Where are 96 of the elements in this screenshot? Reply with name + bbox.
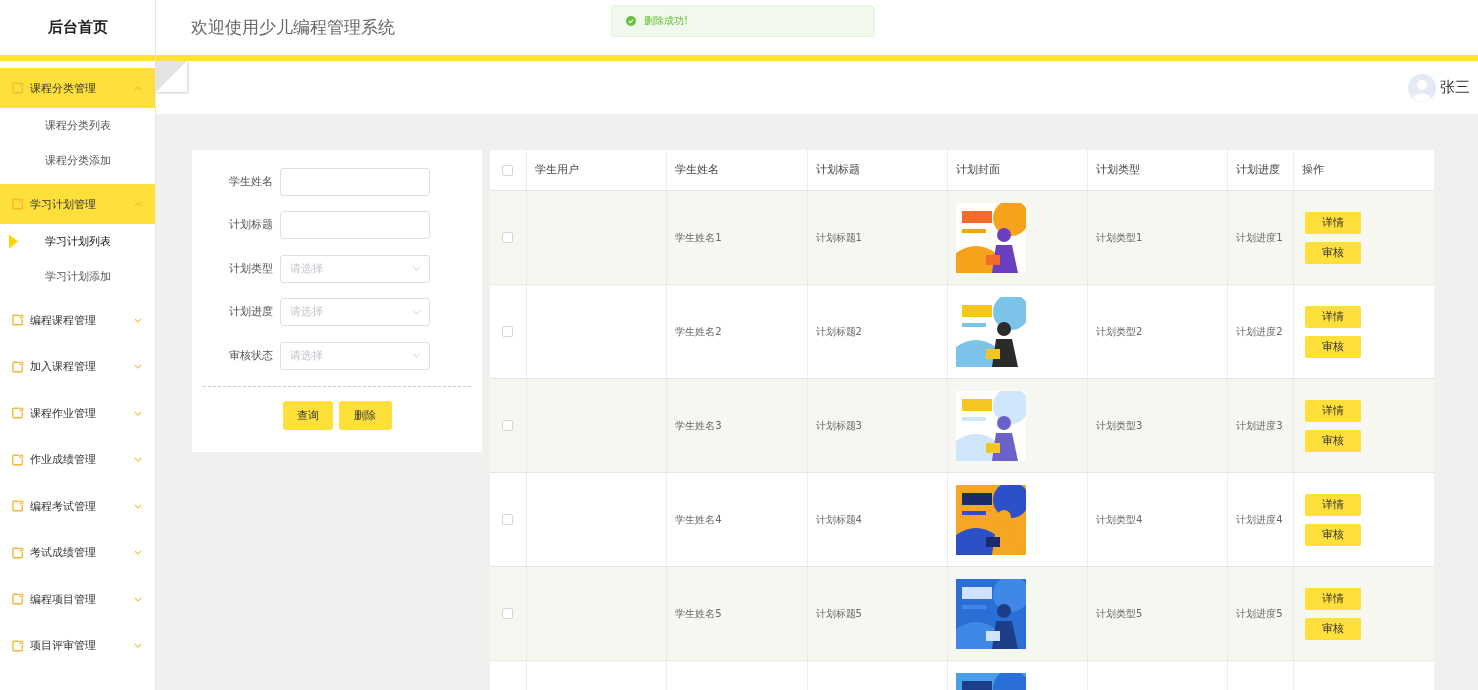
menu-group[interactable]: 考试成绩管理: [0, 532, 155, 573]
table-cell: 计划标题4: [815, 512, 862, 527]
table-cell: 计划进度5: [1236, 606, 1283, 621]
table-cell: 计划标题2: [815, 324, 862, 339]
note-icon: [12, 453, 24, 466]
checkbox[interactable]: [502, 232, 514, 243]
user-name: 张三: [1440, 78, 1470, 97]
menu-item[interactable]: 学习计划添加: [0, 259, 155, 294]
action-button[interactable]: 审核: [1305, 617, 1362, 640]
input-field[interactable]: [280, 211, 430, 240]
menu-group[interactable]: 课程作业管理: [0, 393, 155, 433]
menu-group[interactable]: 编程考试管理: [0, 486, 155, 526]
column-header: 学生用户: [534, 163, 579, 177]
chevron-icon: [134, 201, 142, 207]
note-icon: [12, 500, 24, 512]
menu-group[interactable]: 学习计划管理: [0, 184, 155, 224]
table-cell: 计划类型2: [1096, 324, 1143, 339]
field-label: 学生姓名: [229, 174, 274, 189]
field-label: 计划类型: [229, 261, 274, 276]
pointer-icon: [9, 234, 18, 249]
menu-item[interactable]: 学习计划列表: [0, 224, 155, 259]
note-icon: [12, 82, 24, 94]
success-icon: [626, 16, 636, 26]
table-cell: 计划类型3: [1096, 418, 1143, 433]
note-icon: [12, 360, 24, 373]
chevron-icon: [134, 317, 142, 323]
chevron-icon: [412, 266, 421, 272]
action-button[interactable]: 查询: [282, 400, 333, 430]
chevron-icon: [134, 643, 142, 648]
chevron-icon: [134, 85, 142, 91]
table-cell: 计划类型1: [1096, 230, 1143, 245]
column-header: 计划进度: [1236, 163, 1281, 177]
action-button[interactable]: 审核: [1305, 523, 1362, 546]
checkbox[interactable]: [502, 608, 514, 619]
table-cell: 计划标题1: [815, 230, 862, 245]
chevron-icon: [412, 353, 421, 359]
checkbox[interactable]: [502, 164, 514, 176]
table-cell: 学生姓名4: [675, 512, 722, 527]
avatar-icon: [1408, 73, 1436, 102]
action-button[interactable]: 详情: [1305, 211, 1362, 234]
action-button[interactable]: 删除: [338, 400, 392, 430]
menu-group[interactable]: 项目评审管理: [0, 625, 155, 666]
table-cell: 计划进度2: [1236, 324, 1283, 339]
note-icon: [12, 639, 24, 652]
note-icon: [12, 314, 24, 326]
note-icon: [12, 546, 24, 559]
column-header: 计划封面: [955, 163, 1000, 177]
action-button[interactable]: 审核: [1305, 241, 1362, 264]
table-cell: 计划进度3: [1236, 418, 1283, 433]
menu-group[interactable]: 课程分类管理: [0, 68, 155, 108]
header-title: 欢迎使用少儿编程管理系统: [191, 16, 395, 39]
checkbox[interactable]: [502, 514, 514, 525]
column-header: 计划标题: [815, 163, 860, 177]
action-button[interactable]: 详情: [1305, 305, 1362, 328]
brand-title: 后台首页: [46, 17, 109, 38]
menu-group[interactable]: 编程项目管理: [0, 579, 155, 619]
menu-item[interactable]: 课程分类添加: [0, 143, 155, 178]
table-cell: 计划进度4: [1236, 512, 1283, 527]
column-header: 计划类型: [1096, 163, 1141, 177]
action-button[interactable]: 详情: [1305, 493, 1362, 516]
field-label: 审核状态: [229, 348, 274, 363]
toast-message: 删除成功!: [644, 14, 688, 28]
checkbox[interactable]: [502, 326, 514, 337]
note-icon: [12, 407, 24, 419]
action-button[interactable]: 审核: [1305, 335, 1362, 358]
note-icon: [12, 593, 24, 605]
note-icon: [12, 198, 24, 210]
table-cell: 学生姓名5: [675, 606, 722, 621]
action-button[interactable]: 审核: [1305, 429, 1362, 452]
table-cell: 学生姓名3: [675, 418, 722, 433]
table-cell: 计划进度1: [1236, 230, 1283, 245]
chevron-icon: [134, 364, 142, 369]
table-cell: 学生姓名2: [675, 324, 722, 339]
input-field[interactable]: [280, 167, 430, 196]
menu-group[interactable]: 作业成绩管理: [0, 439, 155, 480]
table-cell: 学生姓名1: [675, 230, 722, 245]
column-header: 操作: [1302, 163, 1325, 177]
action-button[interactable]: 详情: [1305, 587, 1362, 610]
chevron-icon: [412, 309, 421, 315]
table-cell: 计划类型4: [1096, 512, 1143, 527]
table-cell: 计划类型5: [1096, 606, 1143, 621]
table-cell: 计划标题3: [815, 418, 862, 433]
field-label: 计划进度: [229, 305, 274, 320]
column-header: 学生姓名: [675, 163, 720, 177]
table-cell: 计划标题5: [815, 606, 862, 621]
menu-group[interactable]: 编程课程管理: [0, 300, 155, 340]
chevron-icon: [134, 550, 142, 555]
chevron-icon: [134, 596, 142, 602]
field-label: 计划标题: [229, 218, 274, 233]
checkbox[interactable]: [502, 420, 514, 431]
action-button[interactable]: 详情: [1305, 399, 1362, 422]
chevron-icon: [134, 503, 142, 509]
chevron-icon: [134, 410, 142, 416]
chevron-icon: [134, 457, 142, 462]
menu-item[interactable]: 课程分类列表: [0, 108, 155, 143]
menu-group[interactable]: 加入课程管理: [0, 346, 155, 387]
